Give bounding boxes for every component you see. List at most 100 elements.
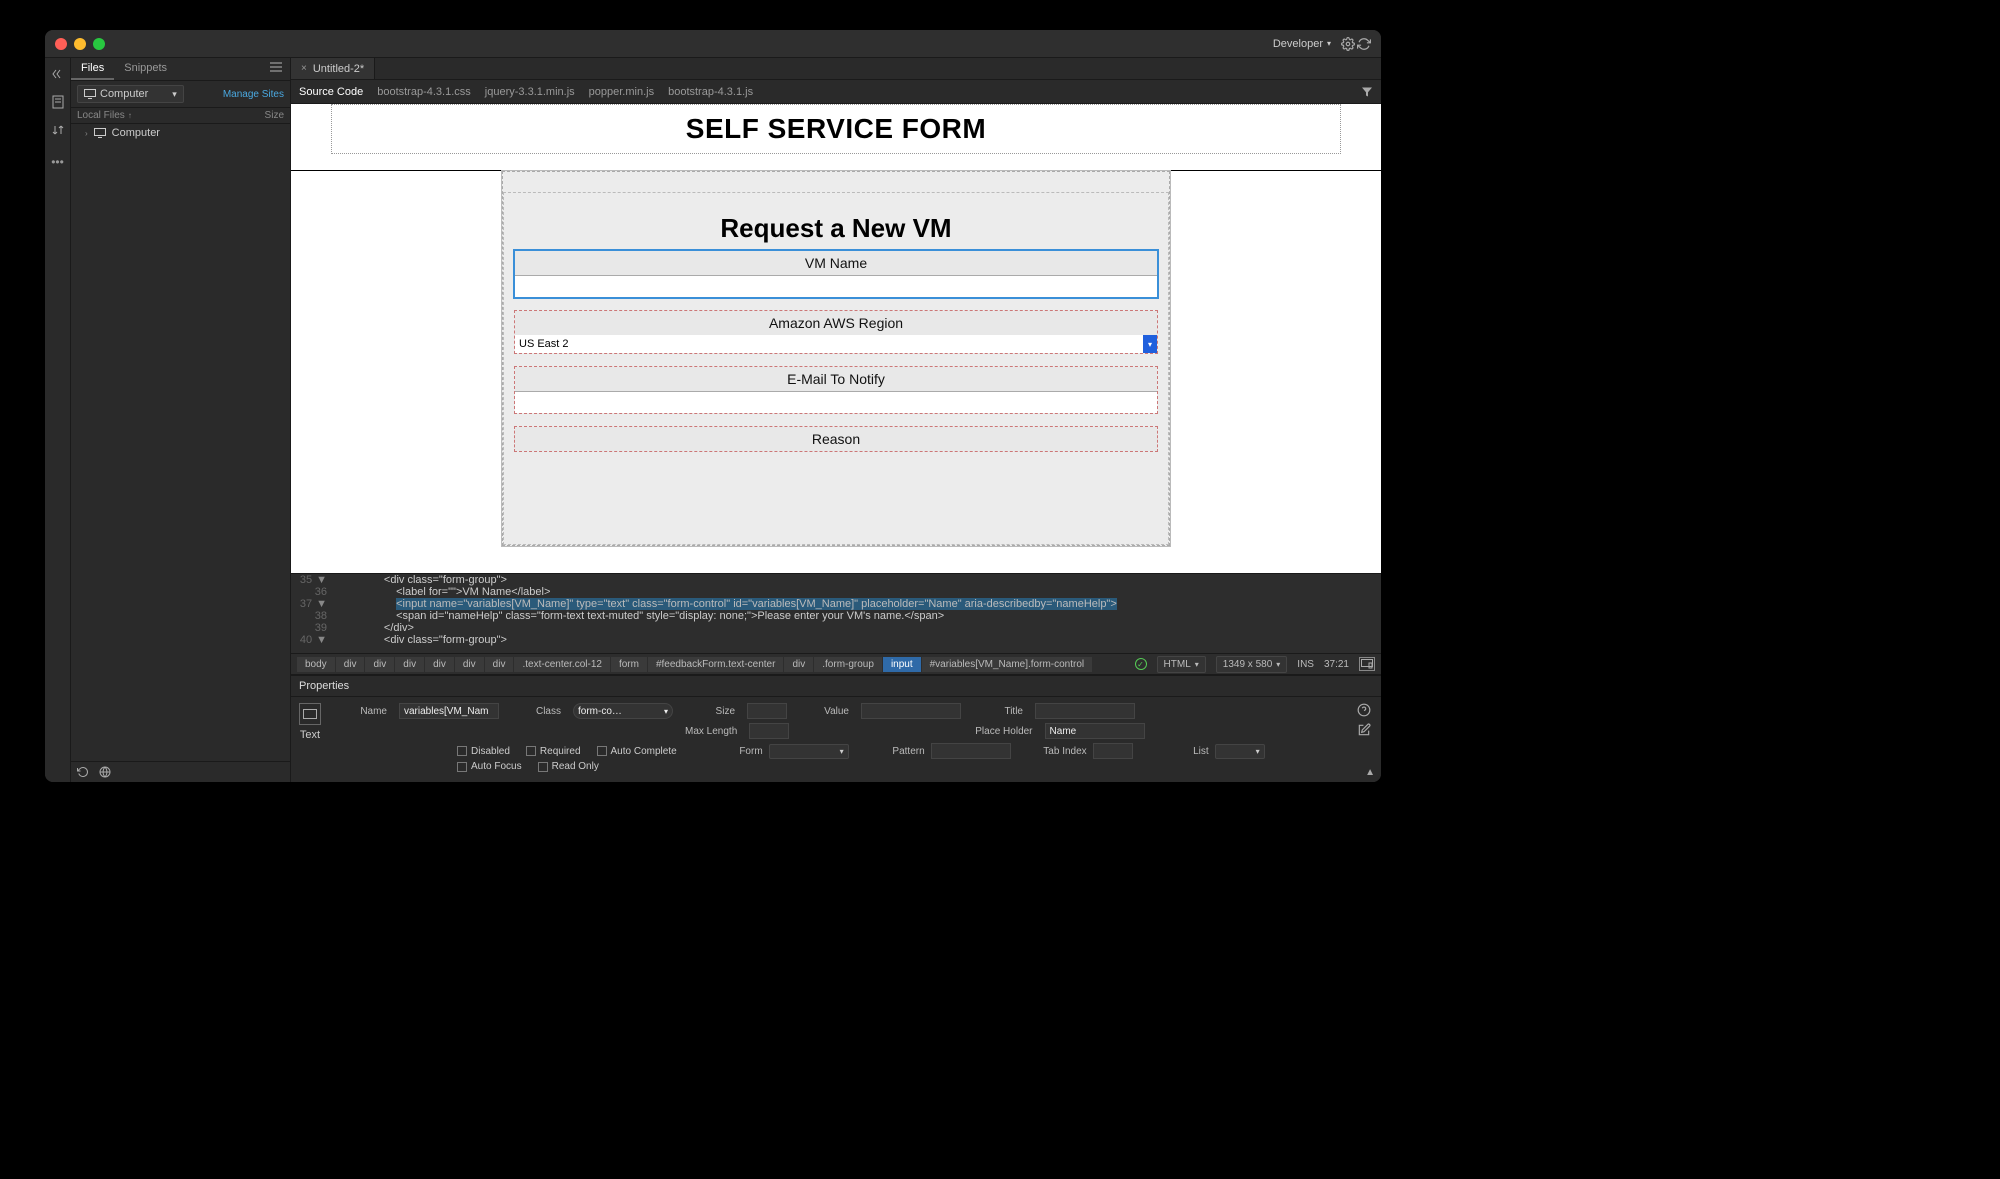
input-vmname[interactable] bbox=[515, 275, 1157, 297]
code-view[interactable]: 35▼ <div class="form-group"> 36 <label f… bbox=[291, 573, 1381, 653]
prop-list-select[interactable]: ▾ bbox=[1215, 744, 1265, 759]
prop-pattern-input[interactable] bbox=[931, 743, 1011, 759]
cursor-position: 37:21 bbox=[1324, 659, 1349, 670]
sync-icon[interactable] bbox=[1357, 37, 1371, 51]
expand-panel-icon[interactable]: ▲ bbox=[1365, 767, 1375, 778]
bc-input[interactable]: input bbox=[883, 657, 921, 672]
quick-edit-icon[interactable] bbox=[1357, 723, 1371, 737]
chk-autocomplete[interactable]: Auto Complete bbox=[597, 743, 677, 759]
prop-tabindex-input[interactable] bbox=[1093, 743, 1133, 759]
settings-icon[interactable] bbox=[1341, 37, 1355, 51]
prop-list-label: List bbox=[1159, 746, 1209, 757]
chk-autofocus[interactable]: Auto Focus bbox=[457, 761, 522, 772]
prop-value-input[interactable] bbox=[861, 703, 961, 719]
chk-readonly[interactable]: Read Only bbox=[538, 761, 599, 772]
subnav-source-code[interactable]: Source Code bbox=[299, 86, 363, 98]
input-email[interactable] bbox=[515, 391, 1157, 413]
close-window-icon[interactable] bbox=[55, 38, 67, 50]
files-sidebar: Files Snippets Computer ▾ Manage Sites L… bbox=[71, 58, 291, 782]
bc-div[interactable]: div bbox=[455, 657, 484, 672]
sidebar-menu-icon[interactable] bbox=[262, 58, 290, 80]
select-arrow-icon: ▾ bbox=[1143, 335, 1157, 353]
app-window: Developer ▾ ••• bbox=[45, 30, 1381, 782]
prop-size-input[interactable] bbox=[747, 703, 787, 719]
label-vmname: VM Name bbox=[515, 251, 1157, 275]
bc-div[interactable]: div bbox=[425, 657, 454, 672]
properties-panel: Properties Text Name Class form-co… bbox=[291, 675, 1381, 782]
line-num: 39 bbox=[315, 622, 327, 634]
language-dropdown[interactable]: HTML▾ bbox=[1157, 656, 1206, 673]
globe-icon[interactable] bbox=[99, 766, 111, 778]
prop-form-label: Form bbox=[713, 746, 763, 757]
subnav-bootstrap-css[interactable]: bootstrap-4.3.1.css bbox=[377, 86, 471, 98]
prop-placeholder-input[interactable] bbox=[1045, 723, 1145, 739]
zoom-window-icon[interactable] bbox=[93, 38, 105, 50]
line-num: 36 bbox=[315, 586, 327, 598]
prop-size-label: Size bbox=[685, 706, 735, 717]
workspace-dropdown[interactable]: Developer ▾ bbox=[1273, 38, 1331, 50]
monitor-icon bbox=[84, 89, 96, 99]
bc-form[interactable]: form bbox=[611, 657, 647, 672]
bc-div[interactable]: div bbox=[485, 657, 514, 672]
bc-col[interactable]: .text-center.col-12 bbox=[514, 657, 609, 672]
prop-class-select[interactable]: form-co…▾ bbox=[573, 703, 673, 719]
prop-name-input[interactable] bbox=[399, 703, 499, 719]
more-icon[interactable]: ••• bbox=[50, 154, 66, 170]
collapse-icon[interactable] bbox=[50, 66, 66, 82]
subnav-popper[interactable]: popper.min.js bbox=[589, 86, 654, 98]
prop-pattern-label: Pattern bbox=[875, 746, 925, 757]
chk-disabled[interactable]: Disabled bbox=[457, 743, 510, 759]
tree-root[interactable]: › Computer bbox=[71, 124, 290, 142]
help-icon[interactable] bbox=[1357, 703, 1371, 717]
prop-form-select[interactable]: ▾ bbox=[769, 744, 849, 759]
site-dropdown[interactable]: Computer ▾ bbox=[77, 85, 184, 103]
minimize-window-icon[interactable] bbox=[74, 38, 86, 50]
bc-div[interactable]: div bbox=[784, 657, 813, 672]
preview-device-icon[interactable] bbox=[1359, 657, 1375, 671]
refresh-icon[interactable] bbox=[77, 766, 89, 778]
files-icon[interactable] bbox=[50, 94, 66, 110]
tree-root-label: Computer bbox=[112, 127, 160, 139]
line-num: 38 bbox=[315, 610, 327, 622]
col-size: Size bbox=[244, 110, 284, 121]
close-tab-icon[interactable]: × bbox=[301, 63, 307, 74]
bc-div[interactable]: div bbox=[336, 657, 365, 672]
bc-div[interactable]: div bbox=[365, 657, 394, 672]
doc-tab-untitled[interactable]: × Untitled-2* bbox=[291, 58, 375, 79]
prop-maxlen-label: Max Length bbox=[685, 726, 737, 737]
sort-arrow-icon[interactable]: ↑ bbox=[128, 111, 132, 120]
prop-maxlen-input[interactable] bbox=[749, 723, 789, 739]
chevron-down-icon: ▾ bbox=[172, 89, 177, 100]
tab-snippets[interactable]: Snippets bbox=[114, 58, 177, 80]
prop-title-input[interactable] bbox=[1035, 703, 1135, 719]
card-title: Request a New VM bbox=[504, 213, 1168, 244]
lint-ok-icon[interactable]: ✓ bbox=[1135, 658, 1147, 670]
label-reason: Reason bbox=[515, 427, 1157, 451]
prop-title-label: Title bbox=[973, 706, 1023, 717]
doc-tab-label: Untitled-2* bbox=[313, 63, 364, 75]
form-group-vmname[interactable]: VM Name bbox=[514, 250, 1158, 298]
bc-feedbackform[interactable]: #feedbackForm.text-center bbox=[648, 657, 784, 672]
viewport-size-dropdown[interactable]: 1349 x 580▾ bbox=[1216, 656, 1288, 673]
bc-div[interactable]: div bbox=[395, 657, 424, 672]
tab-files[interactable]: Files bbox=[71, 58, 114, 80]
filter-icon[interactable] bbox=[1361, 86, 1373, 98]
code-text: </div> bbox=[335, 622, 414, 634]
monitor-icon bbox=[94, 128, 106, 138]
live-preview[interactable]: SELF SERVICE FORM Request a New VM bbox=[291, 104, 1381, 573]
form-group-reason: Reason bbox=[514, 426, 1158, 452]
select-region[interactable]: US East 2 ▾ bbox=[515, 335, 1157, 353]
subnav-bootstrap-js[interactable]: bootstrap-4.3.1.js bbox=[668, 86, 753, 98]
chk-required[interactable]: Required bbox=[526, 743, 581, 759]
bc-variables[interactable]: #variables[VM_Name].form-control bbox=[922, 657, 1093, 672]
sort-icon[interactable] bbox=[50, 122, 66, 138]
tag-selector-bar: body div div div div div div .text-cente… bbox=[291, 653, 1381, 675]
bc-formgroup[interactable]: .form-group bbox=[814, 657, 882, 672]
titlebar: Developer ▾ bbox=[45, 30, 1381, 58]
prop-name-label: Name bbox=[337, 706, 387, 717]
tool-rail: ••• bbox=[45, 58, 71, 782]
manage-sites-link[interactable]: Manage Sites bbox=[223, 89, 284, 100]
subnav-jquery[interactable]: jquery-3.3.1.min.js bbox=[485, 86, 575, 98]
form-group-email: E-Mail To Notify bbox=[514, 366, 1158, 414]
bc-body[interactable]: body bbox=[297, 657, 335, 672]
